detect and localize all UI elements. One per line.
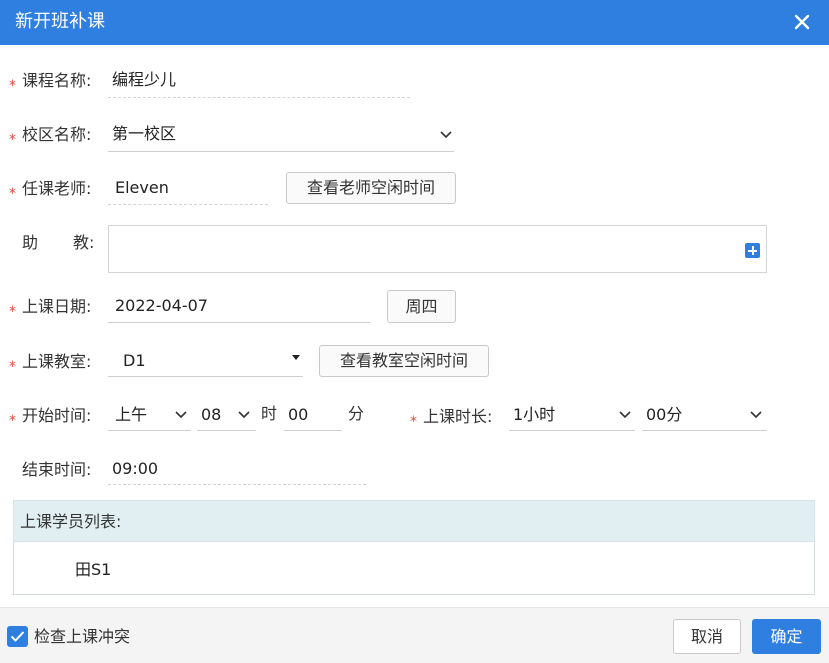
- start-period-select[interactable]: 上午: [108, 400, 191, 431]
- chevron-down-icon: [619, 411, 631, 419]
- assistant-label-b: 教:: [73, 233, 95, 252]
- start-minute-value: 00: [288, 405, 309, 424]
- date-label: 上课日期:: [22, 297, 92, 316]
- required-star: *: [9, 304, 16, 320]
- required-star: *: [9, 132, 16, 148]
- campus-value: 第一校区: [112, 124, 177, 143]
- date-value: 2022-04-07: [115, 296, 208, 315]
- chevron-down-icon: [750, 411, 762, 419]
- classroom-label: 上课教室:: [22, 352, 92, 371]
- check-icon: [10, 631, 25, 642]
- duration-hours-select[interactable]: 1小时: [509, 400, 635, 431]
- duration-minutes-select[interactable]: 00分: [642, 400, 767, 431]
- classroom-value: D1: [123, 351, 146, 370]
- check-conflict-checkbox[interactable]: [7, 626, 28, 647]
- add-assistant-icon[interactable]: [745, 243, 760, 258]
- confirm-button[interactable]: 确定: [752, 619, 821, 654]
- required-star: *: [410, 414, 417, 430]
- minute-unit-label: 分: [348, 404, 365, 423]
- new-class-makeup-dialog: 新开班补课 * 课程名称: 编程少儿 * 校区名称: 第一校区 * 任课老师: …: [0, 0, 829, 663]
- start-minute-input[interactable]: 00: [284, 400, 342, 431]
- caret-down-icon: [292, 355, 300, 360]
- chevron-down-icon: [238, 411, 250, 419]
- start-hour-value: 08: [201, 405, 222, 424]
- teacher-label: 任课老师:: [22, 179, 92, 198]
- cancel-button[interactable]: 取消: [673, 619, 741, 654]
- required-star: *: [9, 186, 16, 202]
- campus-label: 校区名称:: [22, 125, 92, 144]
- chevron-down-icon: [440, 131, 452, 139]
- assistant-field[interactable]: [108, 225, 767, 273]
- end-time-label: 结束时间:: [22, 460, 92, 479]
- chevron-down-icon: [175, 411, 187, 419]
- student-list-header: 上课学员列表:: [13, 500, 815, 542]
- teacher-value: Eleven: [115, 178, 169, 197]
- campus-select[interactable]: 第一校区: [108, 122, 454, 152]
- list-item[interactable]: 田S1: [75, 560, 111, 580]
- weekday-button[interactable]: 周四: [387, 290, 456, 323]
- view-teacher-free-time-button[interactable]: 查看老师空闲时间: [286, 172, 456, 204]
- course-name-field[interactable]: 编程少儿: [108, 68, 410, 98]
- view-classroom-free-time-button[interactable]: 查看教室空闲时间: [319, 345, 489, 377]
- required-star: *: [9, 413, 16, 429]
- duration-minutes-value: 00分: [646, 405, 683, 424]
- course-name-label: 课程名称:: [22, 71, 92, 90]
- dialog-title: 新开班补课: [15, 11, 105, 32]
- student-list-title: 上课学员列表:: [20, 512, 122, 531]
- required-star: *: [9, 78, 16, 94]
- required-star: *: [9, 359, 16, 375]
- check-conflict-label[interactable]: 检查上课冲突: [34, 627, 130, 647]
- hour-unit-label: 时: [261, 404, 278, 423]
- classroom-select[interactable]: D1: [108, 346, 303, 377]
- duration-hours-value: 1小时: [513, 405, 556, 424]
- date-input[interactable]: 2022-04-07: [108, 292, 370, 323]
- student-list: 田S1: [13, 542, 815, 595]
- end-time-value: 09:00: [112, 459, 159, 478]
- start-hour-select[interactable]: 08: [197, 400, 256, 431]
- end-time-field: 09:00: [108, 455, 366, 485]
- assistant-label-a: 助: [22, 233, 39, 252]
- teacher-field[interactable]: Eleven: [108, 175, 268, 205]
- duration-label: 上课时长:: [423, 407, 493, 426]
- start-period-value: 上午: [115, 405, 148, 424]
- start-time-label: 开始时间:: [22, 406, 92, 425]
- dialog-titlebar: 新开班补课: [0, 0, 829, 45]
- course-name-value: 编程少儿: [112, 70, 177, 89]
- close-icon[interactable]: [791, 11, 813, 33]
